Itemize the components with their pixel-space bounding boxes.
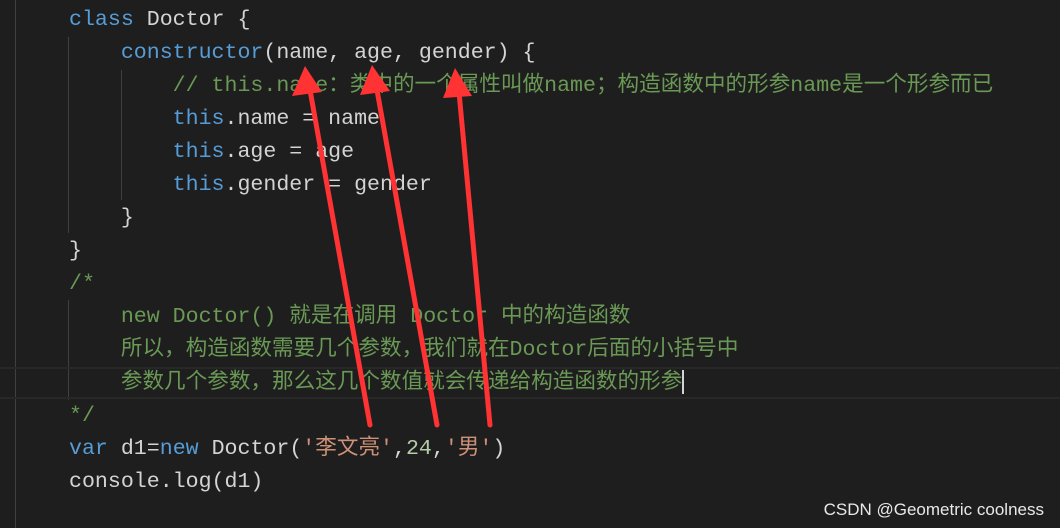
arrow-head-icon [443, 68, 472, 98]
arrow-age [374, 87, 440, 428]
arrow-name [307, 87, 373, 428]
arrow-gender [456, 89, 493, 428]
annotation-arrows [292, 65, 493, 428]
code-editor[interactable]: class Doctor { constructor(name, age, ge… [0, 0, 1060, 528]
arrow-head-icon [292, 66, 322, 96]
watermark: CSDN @Geometric coolness [823, 500, 1044, 519]
arrow-head-icon [360, 65, 390, 95]
